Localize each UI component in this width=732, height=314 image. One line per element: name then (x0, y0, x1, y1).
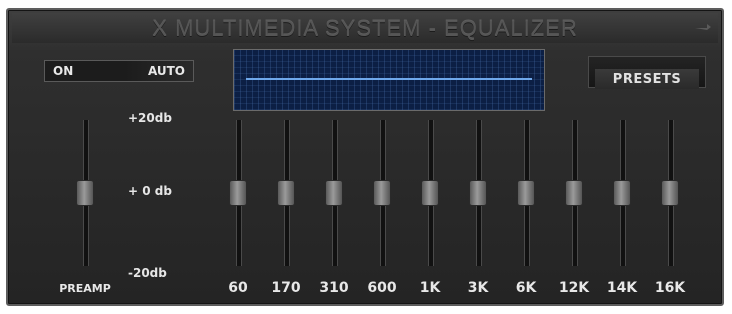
scale-label-top: +20db (128, 111, 172, 125)
band-slider-16k[interactable] (658, 116, 682, 271)
slider-knob[interactable] (469, 180, 487, 206)
band-label-16k: 16K (654, 280, 686, 296)
band-slider-310[interactable] (322, 116, 346, 271)
presets-button[interactable]: PRESETS (588, 56, 706, 89)
band-slider-170[interactable] (274, 116, 298, 271)
band-slider-3k[interactable] (466, 116, 490, 271)
slider-knob[interactable] (277, 180, 295, 206)
slider-knob[interactable] (565, 180, 583, 206)
band-label-600: 600 (367, 280, 397, 296)
band-label-3k: 3K (467, 280, 489, 296)
window-title: X MULTIMEDIA SYSTEM - EQUALIZER (152, 16, 578, 41)
band-slider-6k[interactable] (514, 116, 538, 271)
close-icon[interactable] (694, 20, 712, 32)
band-label-310: 310 (319, 280, 349, 296)
slider-knob[interactable] (421, 180, 439, 206)
title-bar[interactable]: X MULTIMEDIA SYSTEM - EQUALIZER (12, 13, 718, 43)
slider-knob[interactable] (373, 180, 391, 206)
close-icon-glyph (695, 24, 711, 30)
band-label-60: 60 (228, 280, 248, 296)
scale-label-bottom: -20db (128, 266, 167, 280)
band-slider-12k[interactable] (562, 116, 586, 271)
on-auto-toggle[interactable]: ON AUTO (44, 60, 194, 82)
band-label-6k: 6K (515, 280, 537, 296)
presets-label: PRESETS (595, 69, 699, 89)
band-slider-1k[interactable] (418, 116, 442, 271)
band-label-14k: 14K (606, 280, 638, 296)
preamp-slider[interactable] (73, 116, 97, 271)
eq-curve-line (246, 78, 532, 80)
band-label-1k: 1K (419, 280, 441, 296)
slider-knob[interactable] (325, 180, 343, 206)
band-label-170: 170 (271, 280, 301, 296)
band-slider-600[interactable] (370, 116, 394, 271)
slider-knob[interactable] (613, 180, 631, 206)
band-slider-14k[interactable] (610, 116, 634, 271)
preamp-label: PREAMP (59, 282, 111, 295)
eq-curve-display (233, 49, 545, 111)
slider-knob[interactable] (661, 180, 679, 206)
slider-knob[interactable] (229, 180, 247, 206)
band-slider-60[interactable] (226, 116, 250, 271)
scale-label-mid: + 0 db (128, 184, 172, 198)
on-toggle-label[interactable]: ON (45, 61, 117, 81)
slider-knob[interactable] (517, 180, 535, 206)
eq-display-grid (234, 50, 544, 110)
auto-toggle-label[interactable]: AUTO (117, 61, 193, 81)
band-label-12k: 12K (558, 280, 590, 296)
slider-knob[interactable] (76, 180, 94, 206)
